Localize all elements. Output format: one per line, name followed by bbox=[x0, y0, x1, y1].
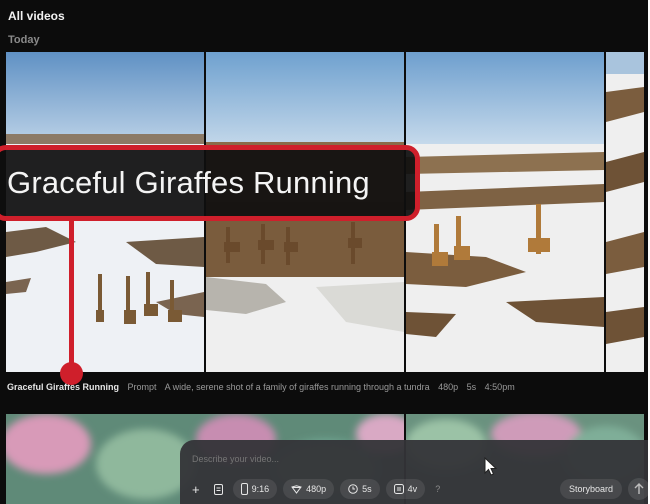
prompt-label: Prompt bbox=[127, 382, 157, 392]
video-caption: Graceful Giraffes Running Prompt A wide,… bbox=[7, 382, 521, 392]
duration-value: 5s bbox=[466, 382, 477, 392]
aspect-ratio-label: 9:16 bbox=[251, 484, 270, 494]
variations-icon bbox=[393, 484, 404, 494]
video-thumbnail-4[interactable] bbox=[606, 52, 644, 372]
resolution-button[interactable]: 480p bbox=[283, 479, 335, 499]
video-composer: + 9:16 480p 5s 4v ? bbox=[180, 440, 648, 504]
page-title: All videos bbox=[8, 9, 65, 23]
prompt-text: A wide, serene shot of a family of giraf… bbox=[164, 382, 430, 392]
help-button[interactable]: ? bbox=[431, 479, 444, 499]
storyboard-doc-icon bbox=[213, 483, 223, 495]
app-window: All videos Today Graceful Giraffes Runni… bbox=[0, 0, 648, 504]
aspect-ratio-button[interactable]: 9:16 bbox=[232, 479, 278, 499]
variations-button[interactable]: 4v bbox=[385, 479, 426, 499]
plus-icon: + bbox=[192, 481, 200, 497]
quality-icon bbox=[291, 484, 302, 494]
resolution-value: 480p bbox=[438, 382, 459, 392]
storyboard-button[interactable]: Storyboard bbox=[560, 479, 623, 499]
cursor-icon bbox=[484, 457, 498, 476]
video-thumbnail-3[interactable] bbox=[406, 52, 604, 372]
add-button[interactable]: + bbox=[188, 479, 204, 499]
created-time: 4:50pm bbox=[484, 382, 515, 392]
phone-aspect-icon bbox=[240, 483, 248, 495]
duration-label: 5s bbox=[362, 484, 372, 494]
variations-label: 4v bbox=[407, 484, 418, 494]
duration-button[interactable]: 5s bbox=[340, 479, 380, 499]
callout-text: Graceful Giraffes Running bbox=[7, 165, 370, 200]
title-callout: Graceful Giraffes Running bbox=[0, 145, 420, 221]
prompt-input[interactable] bbox=[192, 454, 442, 464]
send-button[interactable] bbox=[628, 478, 648, 500]
storyboard-doc-button[interactable] bbox=[210, 479, 227, 499]
help-icon: ? bbox=[435, 484, 441, 494]
resolution-label: 480p bbox=[306, 484, 327, 494]
callout-line bbox=[69, 221, 74, 371]
video-title[interactable]: Graceful Giraffes Running bbox=[7, 382, 119, 392]
section-label-today: Today bbox=[8, 34, 40, 46]
send-arrow-icon bbox=[634, 483, 644, 494]
callout-dot bbox=[60, 362, 83, 385]
clock-icon bbox=[348, 484, 358, 494]
composer-toolbar: + 9:16 480p 5s 4v ? bbox=[188, 479, 444, 499]
